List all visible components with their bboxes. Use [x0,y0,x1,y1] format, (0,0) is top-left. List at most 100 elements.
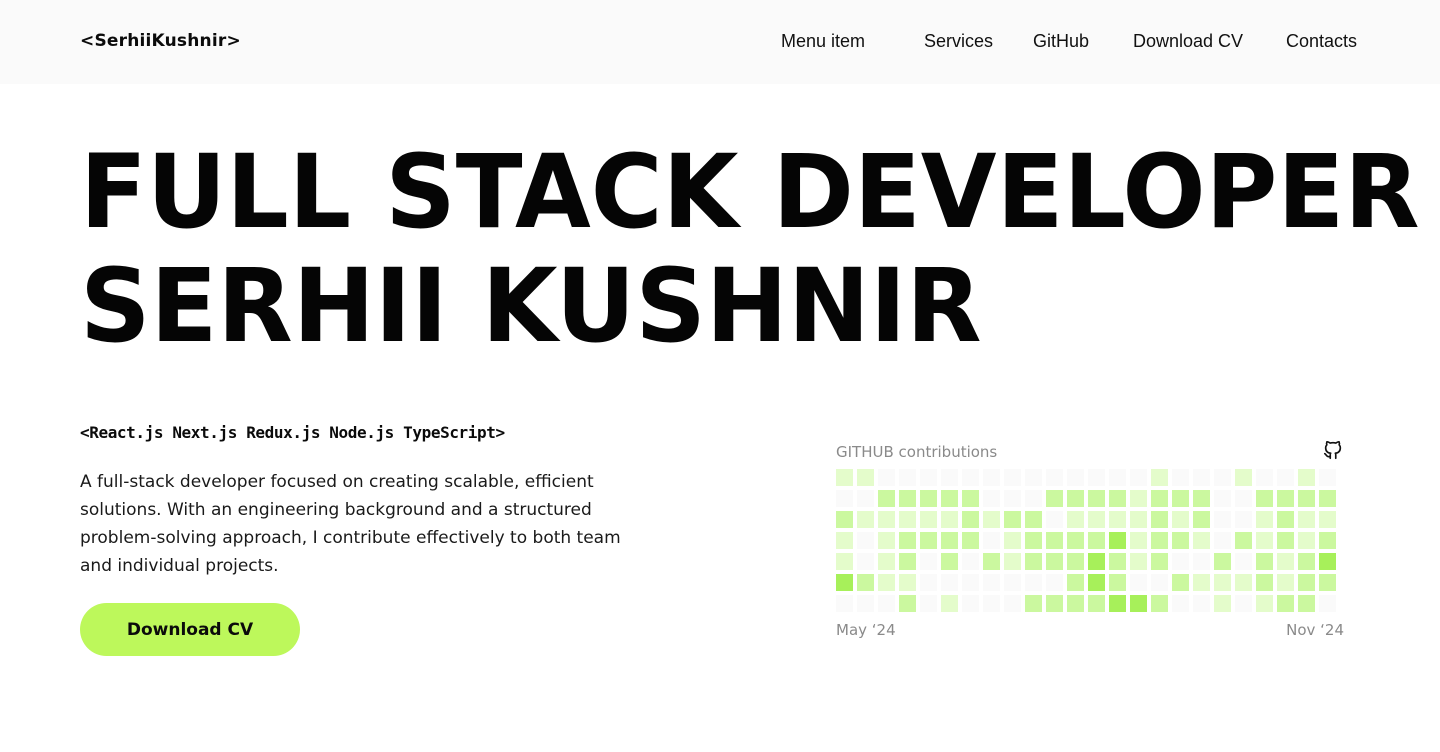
contribution-cell [1088,511,1105,528]
contribution-cell [1130,511,1147,528]
contribution-cell [857,574,874,591]
contribution-cell [1319,532,1336,549]
nav-menu-item[interactable]: Menu item [781,31,865,52]
contribution-cell [1130,532,1147,549]
contribution-cell [1046,490,1063,507]
contribution-cell [1214,574,1231,591]
contribution-cell [1151,511,1168,528]
contribution-cell [899,490,916,507]
contribution-cell [1151,469,1168,486]
nav-download-cv[interactable]: Download CV [1133,31,1243,52]
contribution-cell [878,511,895,528]
contribution-cell [1088,574,1105,591]
contribution-cell [1067,574,1084,591]
contribution-cell [1319,511,1336,528]
contribution-cell [1277,469,1294,486]
contribution-cell [857,490,874,507]
contribution-cell [1109,511,1126,528]
contribution-cell [1235,511,1252,528]
contribution-cell [899,532,916,549]
contribution-cell [1235,553,1252,570]
nav-contacts[interactable]: Contacts [1286,31,1357,52]
contribution-cell [1172,595,1189,612]
contribution-cell [878,532,895,549]
contribution-cell [1277,553,1294,570]
contribution-cell [1067,595,1084,612]
contribution-cell [857,532,874,549]
contribution-cell [962,511,979,528]
contribution-cell [878,490,895,507]
contribution-cell [1067,553,1084,570]
contribution-cell [1151,595,1168,612]
hero-title: FULL STACK DEVELOPER SERHII KUSHNIR [80,136,1440,364]
contribution-cell [1004,595,1021,612]
contribution-cell [962,532,979,549]
contribution-cell [1214,469,1231,486]
contribution-cell [899,574,916,591]
contribution-cell [1025,595,1042,612]
contribution-cell [1004,553,1021,570]
contribution-cell [983,490,1000,507]
contribution-cell [1256,532,1273,549]
contribution-cell [983,511,1000,528]
contribution-cell [1025,490,1042,507]
contribution-cell [1151,490,1168,507]
contribution-cell [983,574,1000,591]
contribution-cell [920,595,937,612]
contribution-cell [1172,574,1189,591]
contribution-cell [1319,553,1336,570]
contribution-cell [920,511,937,528]
contribution-cell [878,595,895,612]
contribution-cell [1214,595,1231,612]
contribution-cell [1193,553,1210,570]
contribution-cell [962,469,979,486]
github-contributions-label: GITHUB contributions [836,443,998,461]
github-icon[interactable] [1322,439,1344,461]
contribution-cell [1046,469,1063,486]
contribution-cell [1277,511,1294,528]
contribution-cell [1298,574,1315,591]
nav-services[interactable]: Services [924,31,993,52]
contribution-cell [983,553,1000,570]
contribution-cell [1256,553,1273,570]
download-cv-button[interactable]: Download CV [80,603,300,656]
contribution-cell [1025,553,1042,570]
contribution-cell [1004,490,1021,507]
contribution-cell [1088,490,1105,507]
contribution-cell [1088,595,1105,612]
contribution-grid [836,469,1344,615]
contribution-cell [1130,595,1147,612]
contribution-cell [836,574,853,591]
contribution-cell [1235,595,1252,612]
contribution-cell [899,553,916,570]
contribution-cell [1235,574,1252,591]
contribution-cell [1088,532,1105,549]
contribution-cell [941,490,958,507]
contribution-cell [1277,574,1294,591]
contribution-cell [1046,574,1063,591]
contribution-cell [941,574,958,591]
nav-github[interactable]: GitHub [1033,31,1089,52]
contribution-cell [1088,553,1105,570]
contribution-cell [920,469,937,486]
contribution-cell [1319,469,1336,486]
hero-title-line-1: FULL STACK DEVELOPER [80,133,1420,252]
contribution-cell [1172,469,1189,486]
contribution-cell [899,595,916,612]
contribution-cell [1193,574,1210,591]
contribution-cell [836,532,853,549]
contribution-cell [1151,532,1168,549]
contribution-cell [1214,532,1231,549]
contribution-cell [1235,469,1252,486]
top-navbar: <SerhiiKushnir> Menu item Services GitHu… [0,0,1440,84]
contribution-cell [1193,532,1210,549]
contribution-cell [1109,469,1126,486]
contribution-cell [1172,511,1189,528]
contribution-cell [1298,595,1315,612]
contribution-cell [857,595,874,612]
contribution-cell [1109,553,1126,570]
contribution-cell [836,595,853,612]
grid-end-label: Nov ‘24 [1286,621,1344,639]
contribution-cell [1046,532,1063,549]
contribution-cell [1130,490,1147,507]
